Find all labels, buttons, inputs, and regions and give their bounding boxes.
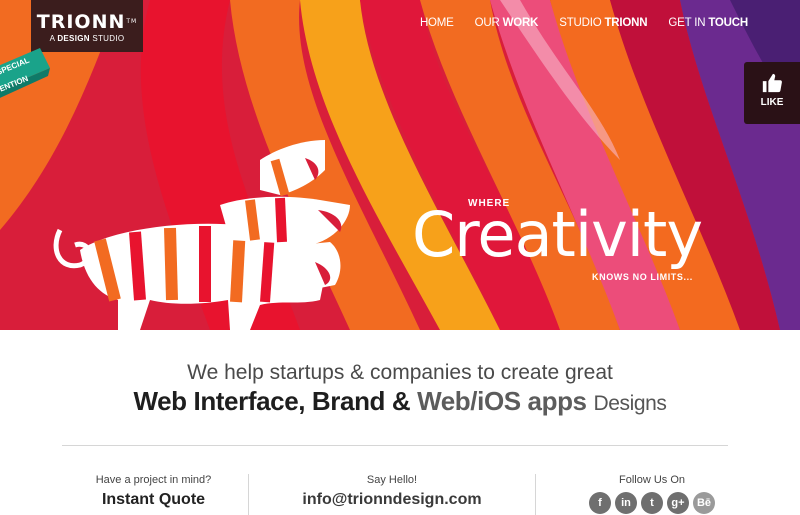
- nav-our-work[interactable]: OUR WORK: [475, 17, 539, 29]
- like-button[interactable]: LIKE: [744, 62, 800, 124]
- facebook-icon[interactable]: f: [589, 492, 611, 514]
- intro-line-1: We help startups & companies to create g…: [187, 361, 613, 384]
- trionn-logo[interactable]: TRIONNTM A DESIGN STUDIO: [31, 0, 143, 52]
- nav-get-in-touch[interactable]: GET IN TOUCH: [668, 17, 748, 29]
- intro-line-2: Web Interface, Brand & Web/iOS apps Desi…: [133, 386, 667, 416]
- special-mention-ribbon[interactable]: SPECIAL ENTION: [0, 48, 70, 108]
- logo-tagline: A DESIGN STUDIO: [49, 34, 125, 43]
- contact-column: Say Hello! info@trionndesign.com: [248, 474, 536, 515]
- creativity-word: Creativity: [412, 198, 703, 271]
- google-plus-icon[interactable]: g+: [667, 492, 689, 514]
- hero-headline: Creativity WHERE KNOWS NO LIMITS...: [412, 188, 757, 288]
- where-label: WHERE: [468, 198, 511, 209]
- thumbs-up-icon: [762, 73, 782, 93]
- hero-banner: TRIONNTM A DESIGN STUDIO HOME OUR WORK S…: [0, 0, 800, 330]
- follow-column: Follow Us On f in t g+ Bē: [537, 474, 767, 514]
- linkedin-icon[interactable]: in: [615, 492, 637, 514]
- project-label: Have a project in mind?: [95, 474, 212, 486]
- say-hello-label: Say Hello!: [366, 474, 418, 486]
- email-link[interactable]: info@trionndesign.com: [249, 491, 535, 509]
- like-label: LIKE: [760, 97, 784, 108]
- logo-wordmark: TRIONNTM: [36, 11, 138, 33]
- behance-icon[interactable]: Bē: [693, 492, 715, 514]
- divider: [62, 445, 728, 446]
- nav-home[interactable]: HOME: [420, 17, 454, 29]
- main-nav: HOME OUR WORK STUDIO TRIONN GET IN TOUCH: [420, 17, 748, 29]
- instant-quote-link[interactable]: Instant Quote: [60, 491, 247, 509]
- follow-label: Follow Us On: [618, 474, 686, 486]
- knows-no-limits-label: KNOWS NO LIMITS...: [592, 272, 693, 282]
- nav-studio-trionn[interactable]: STUDIO TRIONN: [559, 17, 647, 29]
- project-column: Have a project in mind? Instant Quote: [60, 474, 247, 509]
- twitter-icon[interactable]: t: [641, 492, 663, 514]
- social-links: f in t g+ Bē: [537, 492, 767, 514]
